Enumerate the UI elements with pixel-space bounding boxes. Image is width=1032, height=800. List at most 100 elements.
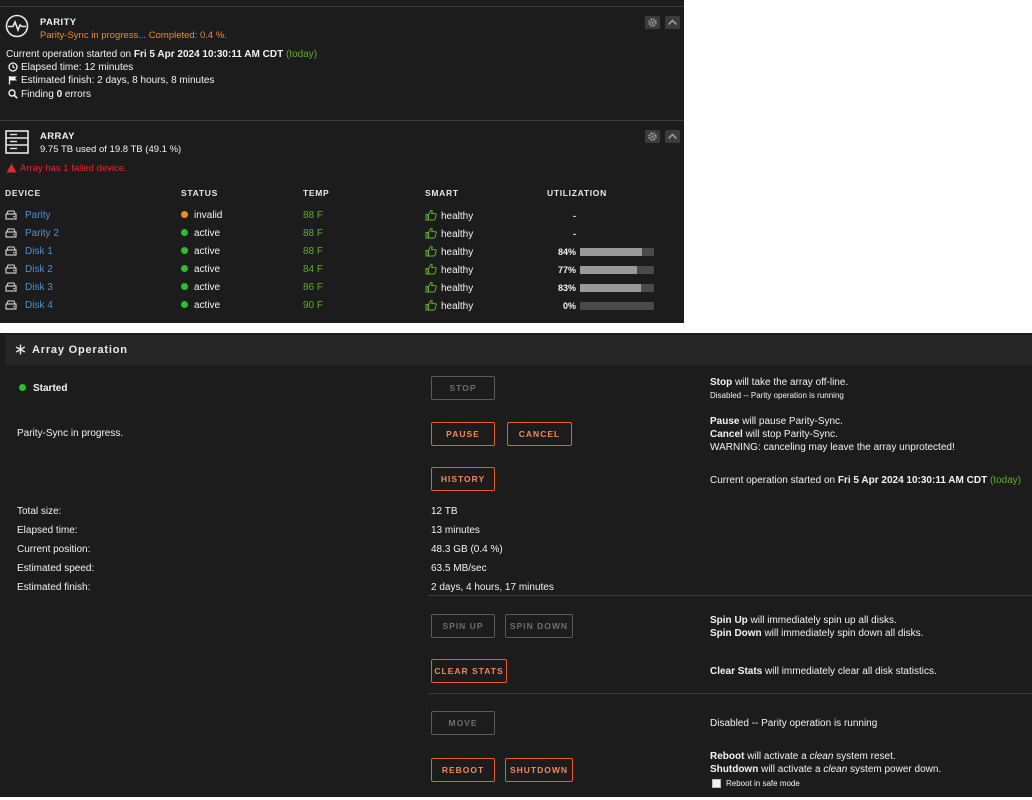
utilization-bar: [580, 266, 654, 274]
device-utilization: -: [573, 211, 576, 221]
device-status: active: [181, 282, 220, 293]
utilization-bar-fill: [580, 248, 643, 256]
device-name-link[interactable]: Disk 2: [25, 264, 53, 275]
collapse-button[interactable]: [665, 16, 680, 29]
device-utilization: 84%: [557, 247, 576, 257]
safe-mode-checkbox[interactable]: [712, 779, 721, 788]
parity-operation-started: Current operation started on Fri 5 Apr 2…: [6, 49, 318, 60]
stat-value: 12 TB: [431, 506, 458, 517]
parity-finish: Estimated finish: 2 days, 8 hours, 8 min…: [8, 75, 214, 86]
operation-started: Current operation started on Fri 5 Apr 2…: [710, 475, 1022, 486]
parity-elapsed: Elapsed time: 12 minutes: [8, 62, 133, 73]
stat-label: Estimated speed:: [17, 563, 95, 574]
gear-icon: [648, 18, 657, 27]
dashboard-panel: PARITY Parity-Sync in progress... Comple…: [0, 0, 684, 323]
clear-stats-description: Clear Stats will immediately clear all d…: [710, 666, 937, 677]
device-temp: 88 F: [303, 228, 324, 239]
divider: [428, 595, 1032, 596]
clear-stats-button[interactable]: CLEAR STATS: [431, 659, 507, 683]
utilization-bar: [580, 284, 654, 292]
chevron-up-icon: [667, 19, 678, 26]
status-dot: [19, 384, 26, 391]
drive-icon: [5, 282, 17, 295]
parity-title: PARITY: [40, 17, 77, 28]
settings-button[interactable]: [645, 16, 660, 29]
cancel-description: Cancel will stop Parity-Sync.: [710, 429, 838, 440]
warning-icon: [6, 163, 17, 173]
device-smart: healthy: [441, 229, 474, 240]
parity-progress-text: Parity-Sync in progress... Completed: 0.…: [40, 30, 227, 41]
device-status: active: [181, 228, 220, 239]
utilization-bar-fill: [580, 284, 642, 292]
pause-button[interactable]: PAUSE: [431, 422, 495, 446]
gear-icon: [648, 132, 657, 141]
column-header-status: STATUS: [181, 188, 218, 198]
thumbs-up-icon: [425, 227, 437, 242]
drive-icon: [5, 300, 17, 313]
device-temp: 88 F: [303, 210, 324, 221]
move-button[interactable]: MOVE: [431, 711, 495, 735]
column-header-smart: SMART: [425, 188, 459, 198]
stat-label: Current position:: [17, 544, 91, 555]
array-operation-header: Array Operation: [6, 335, 1032, 365]
status-dot: [181, 247, 188, 254]
device-name-link[interactable]: Parity: [25, 210, 51, 221]
device-name-link[interactable]: Parity 2: [25, 228, 59, 239]
array-operation-title: Array Operation: [32, 344, 128, 356]
column-header-device: DEVICE: [5, 188, 41, 198]
spin-down-button[interactable]: SPIN DOWN: [505, 614, 573, 638]
stat-label: Estimated finish:: [17, 582, 91, 593]
pause-description: Pause will pause Parity-Sync.: [710, 416, 843, 427]
device-smart: healthy: [441, 247, 474, 258]
array-state: Started: [19, 383, 67, 394]
reboot-button[interactable]: REBOOT: [431, 758, 495, 782]
utilization-bar: [580, 302, 654, 310]
reboot-description: Reboot will activate a clean system rese…: [710, 751, 896, 762]
device-utilization: 77%: [557, 265, 576, 275]
divider: [0, 120, 684, 121]
spin-up-button[interactable]: SPIN UP: [431, 614, 495, 638]
spin-up-description: Spin Up will immediately spin up all dis…: [710, 615, 897, 626]
stat-label: Total size:: [17, 506, 62, 517]
drive-icon: [5, 228, 17, 241]
thumbs-up-icon: [425, 263, 437, 278]
search-icon: [8, 89, 18, 99]
settings-button[interactable]: [645, 130, 660, 143]
device-status: active: [181, 246, 220, 257]
divider: [0, 6, 684, 7]
shutdown-description: Shutdown will activate a clean system po…: [710, 764, 942, 775]
device-smart: healthy: [441, 211, 474, 222]
collapse-button[interactable]: [665, 130, 680, 143]
status-dot: [181, 301, 188, 308]
device-name-link[interactable]: Disk 1: [25, 246, 53, 257]
device-status: active: [181, 300, 220, 311]
device-status: active: [181, 264, 220, 275]
device-utilization: -: [573, 229, 576, 239]
device-temp: 88 F: [303, 246, 324, 257]
history-button[interactable]: HISTORY: [431, 467, 495, 491]
device-smart: healthy: [441, 283, 474, 294]
device-temp: 90 F: [303, 300, 324, 311]
cancel-button[interactable]: CANCEL: [507, 422, 572, 446]
parity-errors: Finding 0 errors: [8, 89, 91, 100]
array-operation-panel: Array Operation Started Parity-Sync in p…: [0, 333, 1032, 797]
move-disabled-note: Disabled -- Parity operation is running: [710, 718, 878, 729]
stat-value: 63.5 MB/sec: [431, 563, 487, 574]
clock-icon: [8, 62, 18, 72]
spin-down-description: Spin Down will immediately spin down all…: [710, 628, 924, 639]
status-dot: [181, 265, 188, 272]
status-dot: [181, 283, 188, 290]
device-name-link[interactable]: Disk 4: [25, 300, 53, 311]
thumbs-up-icon: [425, 245, 437, 260]
device-temp: 84 F: [303, 264, 324, 275]
snowflake-icon: [15, 344, 26, 358]
status-dot: [181, 211, 188, 218]
divider: [428, 693, 1032, 694]
shutdown-button[interactable]: SHUTDOWN: [505, 758, 573, 782]
thumbs-up-icon: [425, 209, 437, 224]
flag-icon: [8, 76, 17, 85]
drive-icon: [5, 246, 17, 259]
device-name-link[interactable]: Disk 3: [25, 282, 53, 293]
array-warning: Array has 1 failed device.: [6, 163, 127, 174]
stop-button[interactable]: STOP: [431, 376, 495, 400]
